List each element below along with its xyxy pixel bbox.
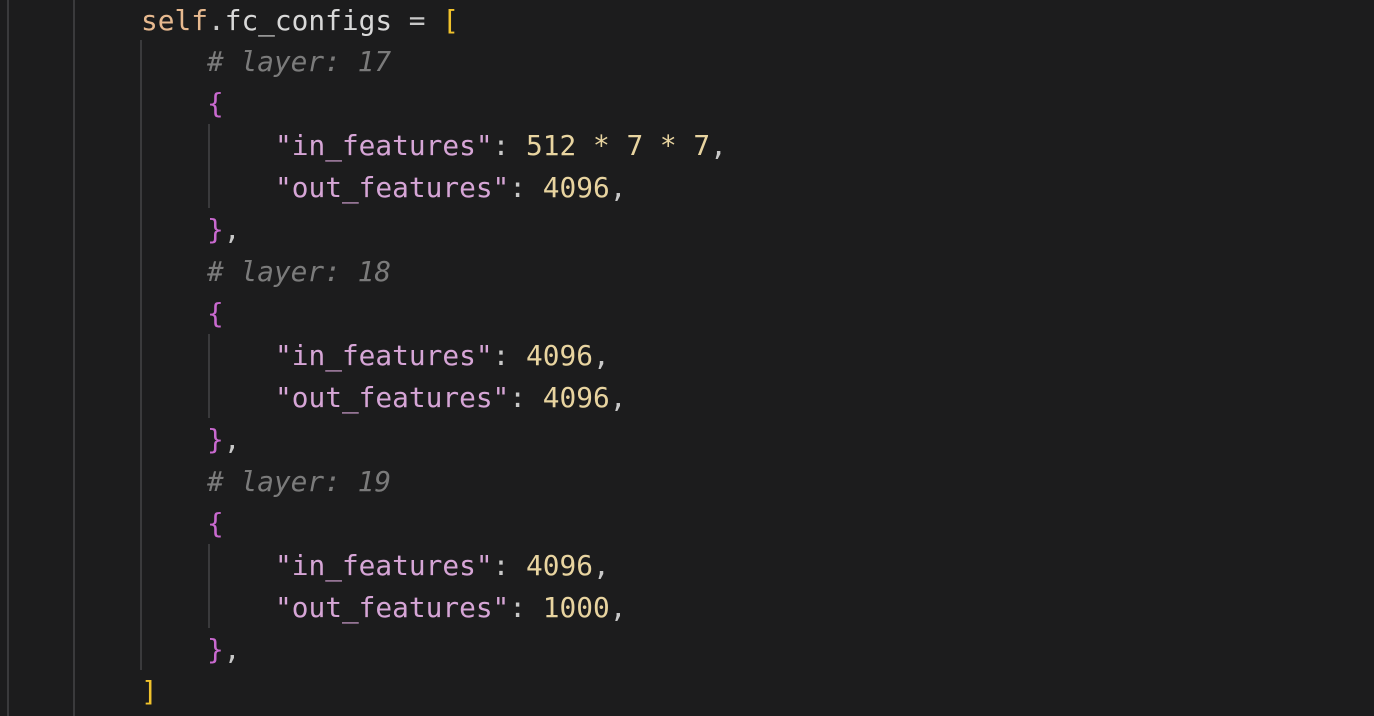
close-brace: } [207, 213, 224, 246]
close-brace: } [207, 423, 224, 456]
number-value: 512 * 7 * 7 [526, 129, 711, 162]
indent-guide-block-1 [208, 124, 210, 208]
string-key: "in_features" [275, 129, 493, 162]
code-line-comment[interactable]: # layer: 18 [207, 251, 391, 293]
comma-token: , [223, 423, 241, 456]
comma-token: , [710, 129, 727, 162]
indent-guide-block-2 [208, 334, 210, 418]
string-key: "out_features" [275, 591, 510, 624]
close-brace: } [207, 633, 224, 666]
number-value: 4096 [542, 171, 610, 204]
code-line-in-features[interactable]: "in_features": 4096, [275, 545, 610, 587]
code-line-in-features[interactable]: "in_features": 4096, [275, 335, 610, 377]
comma-token: , [609, 171, 627, 204]
code-line-close-brace[interactable]: }, [207, 209, 241, 251]
code-line-close-brace[interactable]: }, [207, 629, 241, 671]
open-bracket: [ [442, 4, 460, 37]
colon-token: : [492, 129, 527, 162]
code-line-open-brace[interactable]: { [207, 293, 224, 335]
indent-guide-1 [7, 0, 9, 716]
code-line-open-brace[interactable]: { [207, 83, 224, 125]
number-value: 4096 [526, 549, 593, 582]
code-line-close-bracket[interactable]: ] [141, 671, 158, 713]
code-line-open-brace[interactable]: { [207, 503, 224, 545]
number-value: 4096 [542, 381, 610, 414]
comma-token: , [593, 549, 610, 582]
number-value: 1000 [542, 591, 610, 624]
code-line-in-features[interactable]: "in_features": 512 * 7 * 7, [275, 125, 727, 167]
string-key: "in_features" [275, 549, 493, 582]
attribute-name: fc_configs [224, 4, 393, 37]
comment-text: # layer: 17 [207, 45, 392, 78]
code-line-assignment[interactable]: self.fc_configs = [ [141, 0, 459, 42]
open-brace: { [207, 297, 224, 330]
comma-token: , [593, 339, 610, 372]
colon-token: : [492, 549, 527, 582]
string-key: "out_features" [275, 171, 510, 204]
comma-token: , [223, 213, 241, 246]
comment-text: # layer: 19 [207, 465, 392, 498]
code-line-comment[interactable]: # layer: 17 [207, 41, 391, 83]
code-line-close-brace[interactable]: }, [207, 419, 241, 461]
indent-guide-block-3 [208, 544, 210, 628]
open-brace: { [207, 507, 224, 540]
number-value: 4096 [526, 339, 593, 372]
self-keyword: self [141, 4, 208, 37]
code-line-out-features[interactable]: "out_features": 1000, [275, 587, 626, 629]
code-line-out-features[interactable]: "out_features": 4096, [275, 377, 626, 419]
comma-token: , [609, 381, 627, 414]
colon-token: : [509, 381, 543, 414]
comma-token: , [609, 591, 627, 624]
string-key: "in_features" [275, 339, 493, 372]
code-line-comment[interactable]: # layer: 19 [207, 461, 391, 503]
code-editor[interactable]: self.fc_configs = [ # layer: 17 { "in_fe… [0, 0, 1374, 716]
colon-token: : [509, 591, 543, 624]
string-key: "out_features" [275, 381, 510, 414]
comma-token: , [223, 633, 241, 666]
open-brace: { [207, 87, 224, 120]
indent-guide-3 [140, 40, 142, 670]
colon-token: : [492, 339, 527, 372]
indent-guide-2 [73, 0, 75, 716]
comment-text: # layer: 18 [207, 255, 392, 288]
dot-token: . [207, 4, 225, 37]
code-line-out-features[interactable]: "out_features": 4096, [275, 167, 626, 209]
assign-operator: = [392, 4, 443, 37]
colon-token: : [509, 171, 543, 204]
close-bracket: ] [141, 675, 158, 708]
